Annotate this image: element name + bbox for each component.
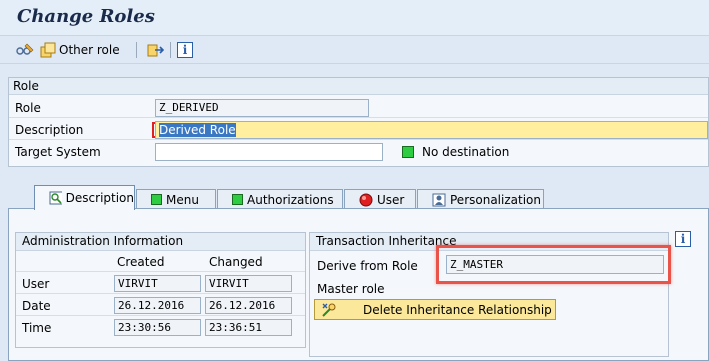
tab-label: Description — [65, 191, 134, 205]
display-change-button[interactable] — [16, 41, 34, 59]
tab-personalization[interactable]: Personalization — [417, 189, 544, 209]
row-label: Date — [22, 299, 51, 313]
transport-icon — [147, 44, 165, 57]
description-value: Derived Role — [159, 123, 236, 137]
tab-strip: Description Menu Authorizations User Per… — [8, 185, 709, 210]
tab-content: Administration Information Created Chang… — [8, 208, 709, 361]
admin-header-row: Created Changed — [16, 251, 305, 272]
delete-inheritance-label: Delete Inheritance Relationship — [363, 302, 552, 317]
tab-label: Menu — [166, 192, 199, 207]
derive-from-role-label: Derive from Role — [317, 259, 418, 273]
tab-authorizations[interactable]: Authorizations — [217, 189, 343, 209]
table-row: User VIRVIT VIRVIT — [16, 273, 305, 294]
changed-value[interactable]: VIRVIT — [205, 275, 292, 292]
role-field[interactable]: Z_DERIVED — [155, 99, 369, 117]
glasses-pencil-icon — [16, 43, 34, 55]
tab-menu[interactable]: Menu — [136, 189, 216, 209]
other-role-label: Other role — [59, 43, 120, 57]
info-button[interactable]: i — [177, 41, 193, 59]
created-value[interactable]: VIRVIT — [114, 275, 201, 292]
tab-label: Authorizations — [247, 192, 334, 207]
role-panel: Role Role Z_DERIVED Description Derived … — [8, 77, 709, 167]
personalization-icon — [432, 193, 446, 206]
other-object-icon — [40, 42, 56, 58]
destination-status: No destination — [422, 145, 510, 159]
other-role-button[interactable]: Other role — [40, 41, 120, 59]
red-status-icon — [359, 193, 373, 206]
tab-user[interactable]: User — [344, 189, 416, 209]
target-system-label: Target System — [15, 145, 101, 159]
info-icon: i — [177, 42, 193, 58]
row-label: Time — [22, 321, 52, 335]
created-value[interactable]: 23:30:56 — [114, 319, 201, 336]
toolbar: Other role i — [0, 36, 709, 64]
derive-from-role-field[interactable]: Z_MASTER — [446, 255, 664, 274]
tab-label: User — [377, 192, 405, 207]
delete-inheritance-button[interactable]: Delete Inheritance Relationship — [314, 299, 556, 320]
description-field[interactable]: Derived Role — [155, 121, 708, 139]
role-label: Role — [15, 101, 41, 115]
admin-info-group: Administration Information Created Chang… — [15, 232, 306, 348]
green-status-icon — [232, 194, 243, 205]
description-label: Description — [15, 123, 84, 137]
role-panel-header: Role — [9, 78, 708, 95]
info-icon[interactable]: i — [675, 231, 691, 247]
target-system-field[interactable] — [155, 143, 383, 161]
page-title: Change Roles — [17, 6, 155, 27]
toolbar-separator — [170, 42, 171, 58]
col-created: Created — [117, 255, 165, 269]
toolbar-separator — [136, 42, 137, 58]
description-icon — [49, 191, 62, 205]
title-bar: Change Roles — [0, 0, 709, 36]
target-system-row: Target System No destination — [9, 142, 708, 162]
tab-description[interactable]: Description — [34, 185, 135, 210]
table-row: Time 23:30:56 23:36:51 — [16, 317, 305, 338]
tab-label: Personalization — [450, 192, 541, 207]
transport-button[interactable] — [147, 41, 165, 59]
row-label: User — [22, 277, 50, 291]
description-row: Description Derived Role — [9, 120, 708, 140]
inheritance-group: Transaction Inheritance Derive from Role… — [309, 232, 671, 357]
created-value[interactable]: 26.12.2016 — [114, 297, 201, 314]
delete-relationship-icon — [322, 303, 336, 317]
admin-info-header: Administration Information — [16, 233, 305, 251]
green-status-icon — [151, 194, 162, 205]
green-status-icon — [402, 146, 414, 158]
changed-value[interactable]: 23:36:51 — [205, 319, 292, 336]
col-changed: Changed — [209, 255, 263, 269]
changed-value[interactable]: 26.12.2016 — [205, 297, 292, 314]
table-row: Date 26.12.2016 26.12.2016 — [16, 295, 305, 316]
master-role-label: Master role — [317, 282, 385, 296]
role-row: Role Z_DERIVED — [9, 98, 708, 118]
